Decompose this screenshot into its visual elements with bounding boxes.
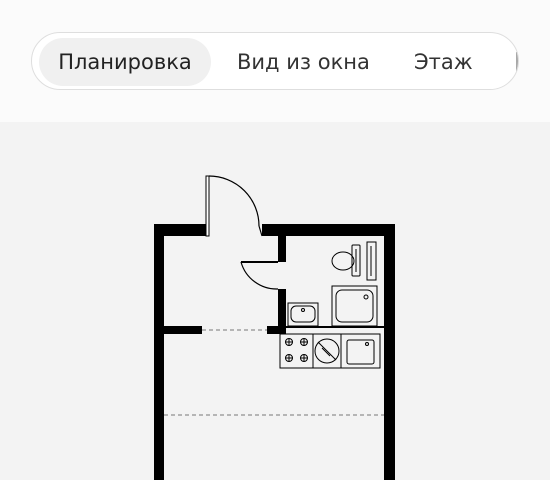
top-right-wall	[262, 224, 395, 236]
kitchen-fixtures	[279, 333, 381, 369]
entrance-door-leaf	[205, 175, 210, 237]
kitchen-sink	[346, 339, 375, 365]
listing-page: Планировка Вид из окна Этаж	[0, 0, 550, 480]
top-left-wall	[154, 224, 206, 236]
bathroom-wall-upper	[278, 236, 286, 262]
entrance-door-swing	[208, 175, 260, 227]
washbasin	[287, 302, 319, 327]
floor-plan-drawing	[154, 175, 395, 480]
shower-tray	[331, 285, 378, 327]
left-outer-wall	[154, 224, 164, 480]
bathroom-door	[240, 261, 279, 290]
bathroom-door-swing	[240, 261, 279, 290]
washing-machine	[314, 338, 340, 364]
right-outer-wall	[384, 224, 395, 480]
toilet	[331, 244, 361, 277]
cooktop	[285, 338, 308, 362]
zone-lines	[164, 329, 384, 416]
towel-rail	[366, 241, 377, 281]
interior-walls	[164, 236, 384, 334]
entrance-door	[205, 175, 263, 237]
entrance-door-jamb	[258, 225, 263, 237]
hall-wall-left	[164, 326, 202, 334]
hall-wall-right	[267, 326, 286, 334]
bathroom-fixtures	[287, 241, 378, 327]
